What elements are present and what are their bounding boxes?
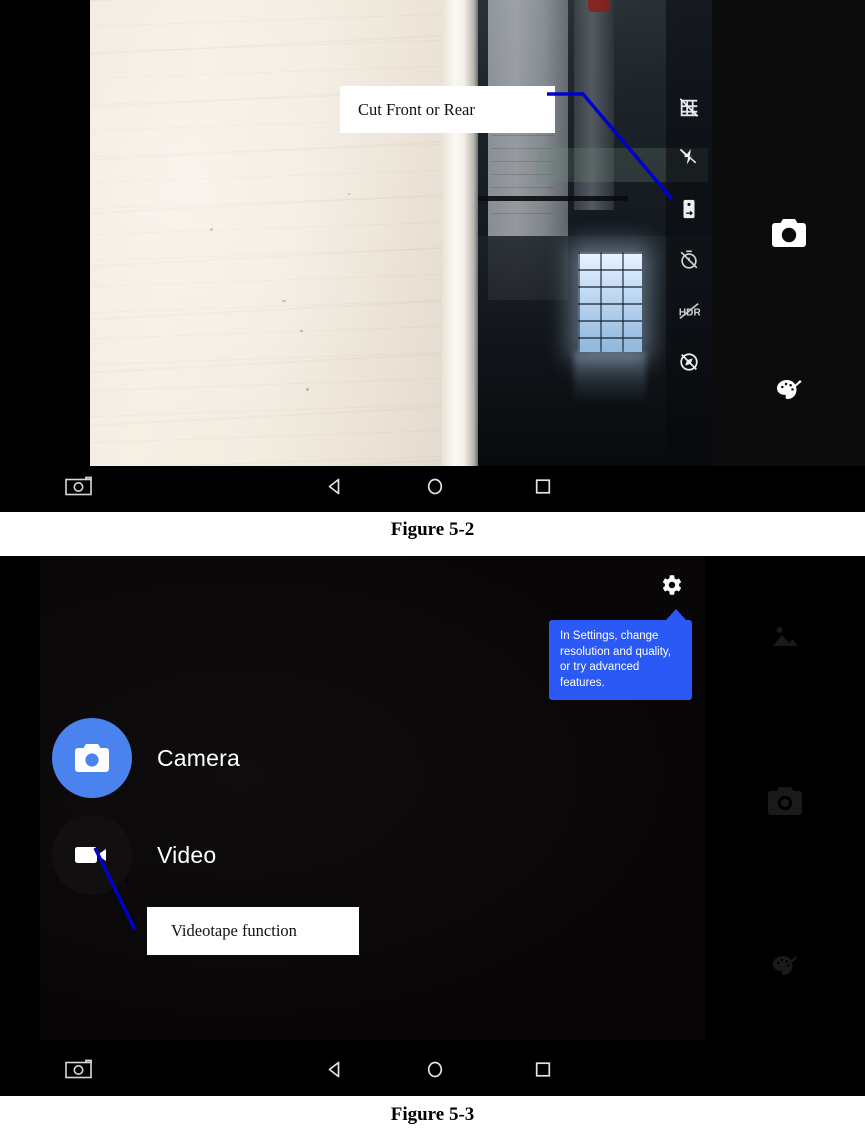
mode-video-label: Video [157, 841, 217, 868]
preview-wall-surface [90, 0, 450, 466]
filter-palette-icon[interactable] [772, 954, 798, 983]
android-navigation-bar-53 [0, 1048, 865, 1096]
preview-shelf-line [478, 196, 628, 201]
gear-icon[interactable] [658, 572, 684, 598]
hdr-off-icon[interactable]: HDR [678, 300, 700, 322]
camera-controls-strip: HDR [666, 0, 712, 466]
gallery-icon[interactable] [770, 624, 800, 655]
annotation-callout-videotape-function: Videotape function [147, 907, 359, 955]
shutter-button[interactable] [768, 786, 802, 821]
figure-5-2-screenshot: HDR Cut Front or Rear [0, 0, 865, 512]
nav-screenshot-icon[interactable] [65, 476, 92, 502]
android-navigation-bar [0, 466, 865, 512]
grid-off-icon[interactable] [678, 97, 700, 119]
camera-icon [75, 744, 109, 772]
tooltip-text: In Settings, change resolution and quali… [560, 630, 672, 689]
nav-screenshot-icon[interactable] [65, 1059, 92, 1085]
mode-camera-label: Camera [157, 744, 241, 771]
nav-home-icon[interactable] [426, 1060, 445, 1084]
nav-back-icon[interactable] [325, 1060, 344, 1084]
timer-off-icon[interactable] [678, 249, 700, 271]
shutter-button[interactable] [771, 218, 806, 253]
settings-tooltip: In Settings, change resolution and quali… [549, 609, 692, 700]
nav-recents-icon[interactable] [534, 478, 551, 500]
nav-back-icon[interactable] [325, 477, 344, 501]
filter-palette-icon[interactable] [776, 378, 802, 407]
device-side-controls-53 [705, 556, 865, 1040]
device-side-controls [712, 0, 865, 466]
annotation-text: Videotape function [171, 921, 297, 940]
videocam-icon [75, 847, 106, 863]
mode-camera[interactable]: Camera [52, 718, 240, 798]
annotation-text: Cut Front or Rear [358, 99, 475, 119]
flash-off-icon[interactable] [678, 147, 700, 169]
mode-video[interactable]: Video [52, 815, 216, 895]
figure-caption-5-2: Figure 5-2 [390, 519, 475, 540]
preview-door-frame-edge [442, 0, 478, 466]
camera-switch-icon[interactable] [678, 198, 700, 220]
tooltip-arrow [665, 609, 687, 621]
figure-caption-5-3: Figure 5-3 [390, 1104, 475, 1125]
location-off-icon[interactable] [678, 351, 700, 373]
camera-viewfinder-preview[interactable]: HDR [90, 0, 712, 466]
nav-home-icon[interactable] [426, 477, 445, 501]
nav-recents-icon[interactable] [534, 1061, 551, 1083]
preview-bright-window [578, 252, 642, 352]
mode-video-icon-circle[interactable] [52, 815, 132, 895]
mode-camera-icon-circle[interactable] [52, 718, 132, 798]
preview-window-reflection [574, 352, 646, 404]
annotation-callout-cut-front-or-rear: Cut Front or Rear [340, 86, 555, 133]
preview-red-object [588, 0, 610, 12]
